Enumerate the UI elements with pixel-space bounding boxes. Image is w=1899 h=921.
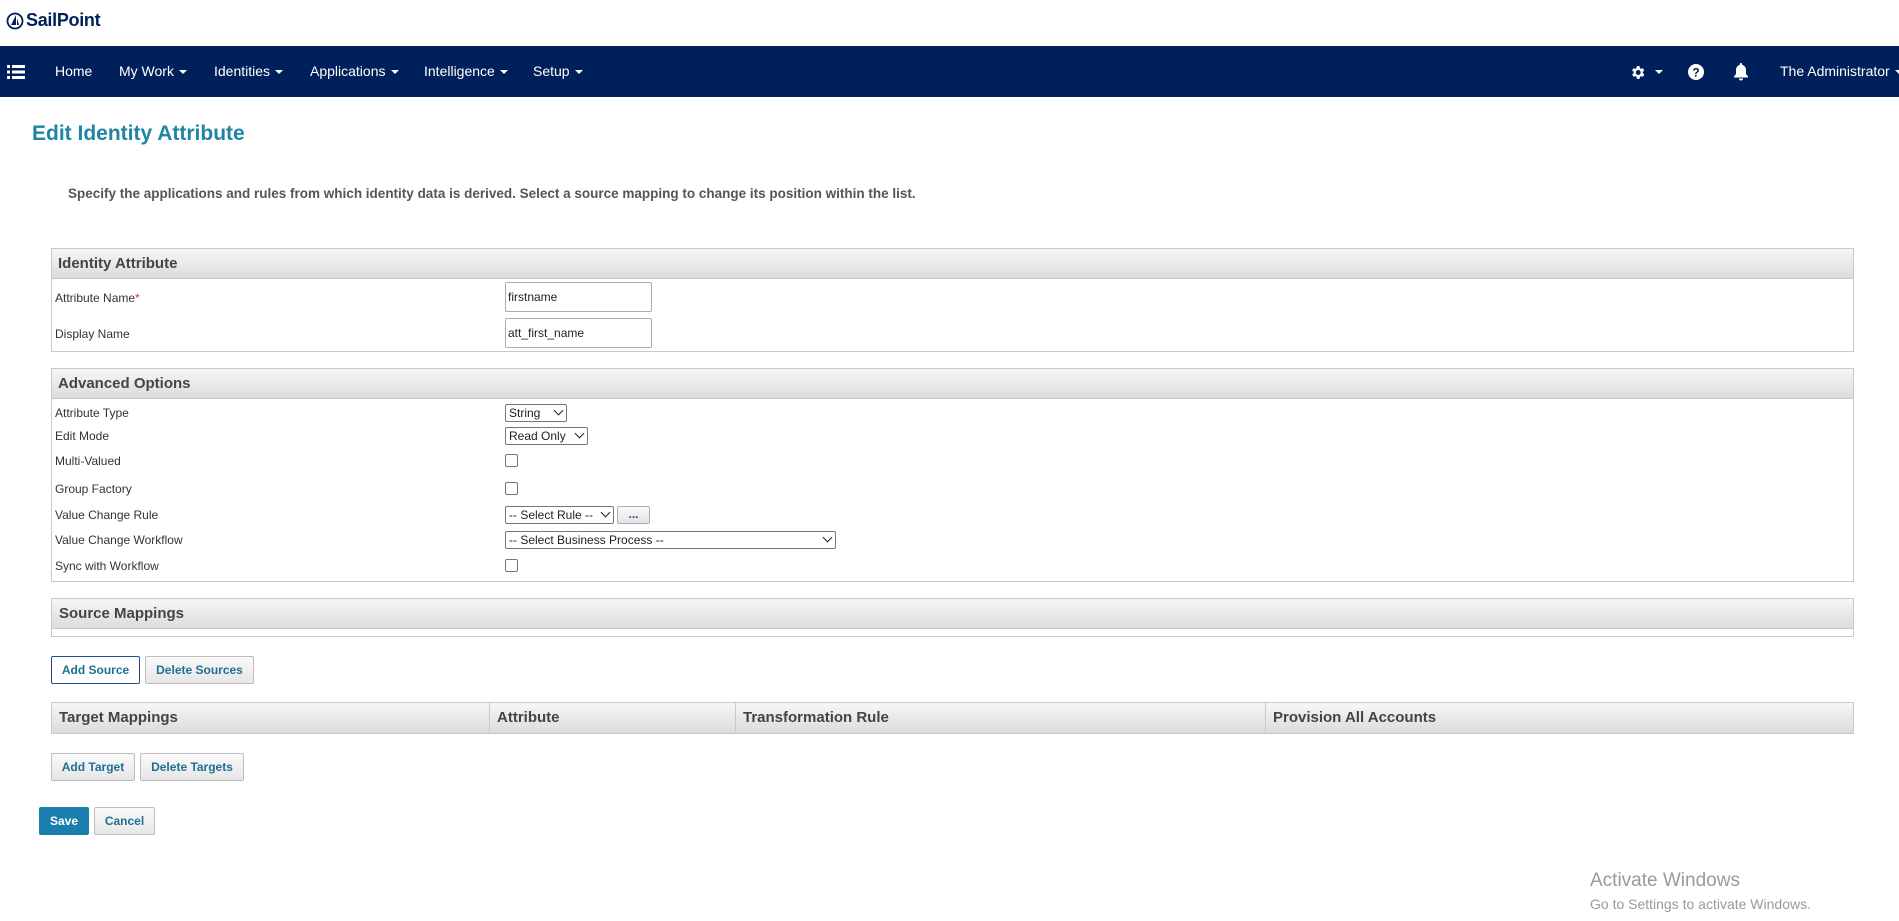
nav-my-work[interactable]: My Work <box>119 46 187 97</box>
nav-home[interactable]: Home <box>55 46 92 97</box>
attribute-type-label: Attribute Type <box>55 406 129 420</box>
value-change-workflow-select[interactable]: -- Select Business Process -- <box>505 531 836 549</box>
page-instructions: Specify the applications and rules from … <box>68 186 916 201</box>
group-factory-checkbox[interactable] <box>505 482 518 495</box>
main-navbar: Home My Work Identities Applications Int… <box>0 46 1899 97</box>
chevron-down-icon <box>600 507 611 518</box>
source-mappings-header: Source Mappings <box>52 599 1853 629</box>
sync-with-workflow-label: Sync with Workflow <box>55 559 159 573</box>
settings-menu[interactable] <box>1629 46 1663 97</box>
display-name-input[interactable] <box>505 318 652 348</box>
edit-mode-select[interactable]: Read Only <box>505 427 588 445</box>
edit-mode-label: Edit Mode <box>55 429 110 443</box>
chevron-down-icon <box>553 405 564 416</box>
chevron-down-icon <box>1894 70 1899 75</box>
chevron-down-icon <box>574 428 585 439</box>
cancel-button[interactable]: Cancel <box>94 807 155 835</box>
value-change-rule-label: Value Change Rule <box>55 508 159 522</box>
advanced-options-header: Advanced Options <box>52 369 1853 399</box>
logo-text: SailPoint <box>26 10 101 30</box>
gear-icon <box>1632 65 1645 79</box>
value-change-rule-select[interactable]: -- Select Rule -- <box>505 506 614 524</box>
column-header-target-mappings[interactable]: Target Mappings <box>52 703 490 733</box>
identity-attribute-header: Identity Attribute <box>52 249 1853 279</box>
nav-applications-label: Applications <box>310 63 386 79</box>
save-button[interactable]: Save <box>39 807 89 835</box>
source-mappings-section: Source Mappings <box>51 598 1854 637</box>
advanced-options-section: Advanced Options Attribute Type String E… <box>51 368 1854 582</box>
column-header-provision-all-accounts[interactable]: Provision All Accounts <box>1266 703 1853 733</box>
user-menu[interactable]: The Administrator <box>1780 46 1899 97</box>
display-name-label: Display Name <box>55 327 130 341</box>
chevron-down-icon <box>275 70 284 75</box>
target-mappings-grid-header: Target Mappings Attribute Transformation… <box>51 702 1854 734</box>
value-change-workflow-label: Value Change Workflow <box>55 533 183 547</box>
nav-identities-label: Identities <box>214 63 271 79</box>
multi-valued-label: Multi-Valued <box>55 454 121 468</box>
attribute-name-input[interactable] <box>505 282 652 312</box>
nav-my-work-label: My Work <box>119 63 174 79</box>
add-target-button[interactable]: Add Target <box>51 753 135 781</box>
help-icon: ? <box>1688 64 1704 81</box>
chevron-down-icon <box>574 70 583 75</box>
column-header-transformation-rule[interactable]: Transformation Rule <box>736 703 1266 733</box>
column-header-attribute[interactable]: Attribute <box>490 703 736 733</box>
sync-with-workflow-checkbox[interactable] <box>505 559 518 572</box>
value-change-rule-value: -- Select Rule -- <box>509 508 594 522</box>
chevron-down-icon <box>822 532 833 543</box>
add-source-button[interactable]: Add Source <box>51 656 140 684</box>
attribute-name-label: Attribute Name* <box>55 291 140 305</box>
chevron-down-icon <box>390 70 399 75</box>
attribute-type-select[interactable]: String <box>505 404 567 422</box>
multi-valued-checkbox[interactable] <box>505 454 518 467</box>
bell-icon <box>1734 63 1748 81</box>
user-name: The Administrator <box>1780 63 1890 79</box>
sailpoint-logo-icon <box>6 12 24 29</box>
sailpoint-logo[interactable]: SailPoint <box>6 10 101 31</box>
page-title: Edit Identity Attribute <box>32 122 245 145</box>
nav-setup[interactable]: Setup <box>533 46 583 97</box>
attribute-type-value: String <box>509 406 541 420</box>
edit-mode-value: Read Only <box>509 429 566 443</box>
rule-editor-button[interactable]: ... <box>617 506 650 524</box>
nav-intelligence[interactable]: Intelligence <box>424 46 508 97</box>
nav-home-label: Home <box>55 63 93 79</box>
help-button[interactable]: ? <box>1688 46 1704 97</box>
svg-text:?: ? <box>1692 66 1699 80</box>
value-change-workflow-value: -- Select Business Process -- <box>509 533 664 547</box>
required-marker: * <box>135 291 140 305</box>
notifications-button[interactable] <box>1733 46 1749 97</box>
menu-icon[interactable] <box>7 46 25 97</box>
activate-windows-title: Activate Windows <box>1590 870 1740 891</box>
chevron-down-icon <box>499 70 508 75</box>
nav-intelligence-label: Intelligence <box>424 63 495 79</box>
nav-identities[interactable]: Identities <box>214 46 284 97</box>
activate-windows-subtitle: Go to Settings to activate Windows. <box>1590 896 1811 912</box>
delete-sources-button[interactable]: Delete Sources <box>145 656 254 684</box>
attribute-name-label-text: Attribute Name <box>55 291 136 305</box>
nav-setup-label: Setup <box>533 63 570 79</box>
identity-attribute-section: Identity Attribute Attribute Name* Displ… <box>51 248 1854 352</box>
delete-targets-button[interactable]: Delete Targets <box>140 753 244 781</box>
group-factory-label: Group Factory <box>55 482 132 496</box>
nav-applications[interactable]: Applications <box>310 46 399 97</box>
chevron-down-icon <box>178 70 187 75</box>
chevron-down-icon <box>1654 70 1663 75</box>
top-logo-bar: SailPoint <box>0 0 1899 46</box>
